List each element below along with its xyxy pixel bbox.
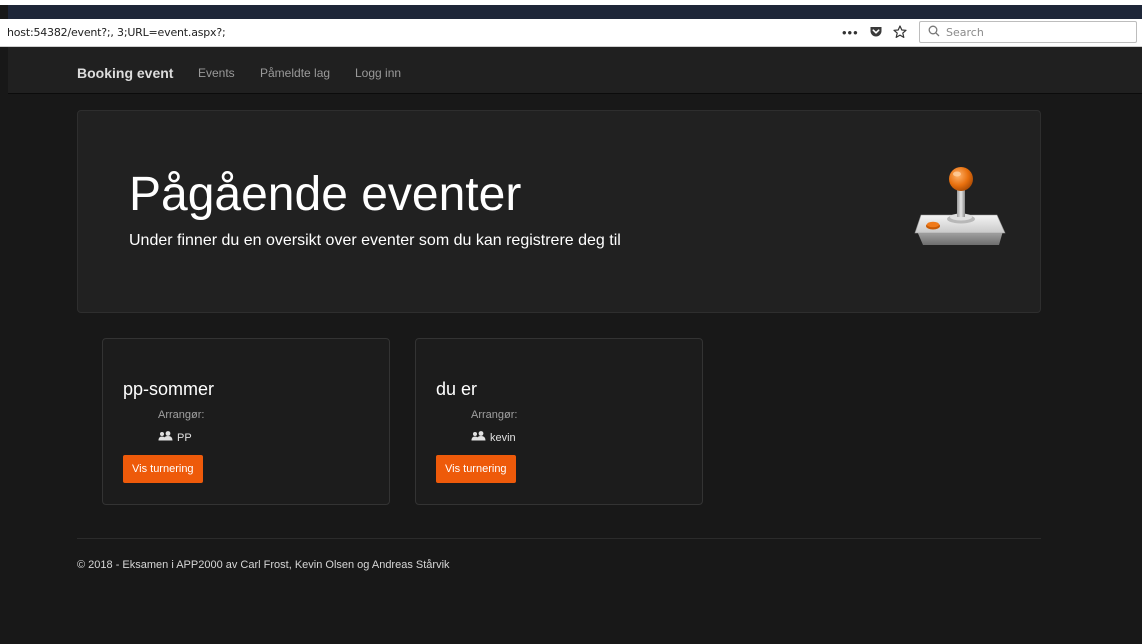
users-icon (158, 431, 174, 444)
joystick-icon (911, 157, 1007, 258)
url-bar-actions: ••• (842, 22, 907, 42)
event-name: pp-sommer (123, 379, 215, 399)
organizer-name: PP (177, 431, 192, 444)
event-card: du er Arrangør: kevin Vis turnering (415, 338, 703, 505)
footer-divider (77, 538, 1041, 539)
jumbotron: Pågående eventer Under finner du en over… (77, 110, 1041, 313)
organizer-name: kevin (490, 431, 516, 444)
page: Booking event Events Påmeldte lag Logg i… (8, 47, 1142, 644)
organizer: PP (158, 431, 192, 444)
page-subtitle: Under finner du en oversikt over eventer… (129, 232, 621, 249)
nav-link-events[interactable]: Events (198, 66, 235, 80)
browser-tab-bar (8, 5, 1142, 19)
navbar-brand[interactable]: Booking event (77, 65, 173, 81)
footer-text: © 2018 - Eksamen i APP2000 av Carl Frost… (77, 559, 450, 571)
organizer: kevin (471, 431, 516, 444)
event-card: pp-sommer Arrangør: PP Vis turnering (102, 338, 390, 505)
more-actions-icon[interactable]: ••• (842, 25, 859, 40)
navbar: Booking event Events Påmeldte lag Logg i… (8, 47, 1142, 94)
nav-link-registered-teams[interactable]: Påmeldte lag (260, 66, 330, 80)
page-title: Pågående eventer (129, 168, 522, 221)
nav-link-login[interactable]: Logg inn (355, 66, 401, 80)
search-input[interactable] (946, 25, 1116, 39)
search-icon (928, 25, 940, 40)
organizer-label: Arrangør: (471, 409, 518, 421)
users-icon (471, 431, 487, 444)
view-tournament-button[interactable]: Vis turnering (123, 455, 203, 483)
organizer-label: Arrangør: (158, 409, 205, 421)
view-tournament-button[interactable]: Vis turnering (436, 455, 516, 483)
browser-search-box[interactable] (919, 21, 1137, 43)
bookmark-star-icon[interactable] (893, 25, 907, 39)
pocket-icon[interactable] (869, 25, 883, 39)
url-text[interactable]: host:54382/event?;, 3;URL=event.aspx?; (7, 26, 226, 39)
event-name: du er (436, 379, 478, 399)
browser-url-bar[interactable]: host:54382/event?;, 3;URL=event.aspx?; •… (0, 19, 1142, 47)
